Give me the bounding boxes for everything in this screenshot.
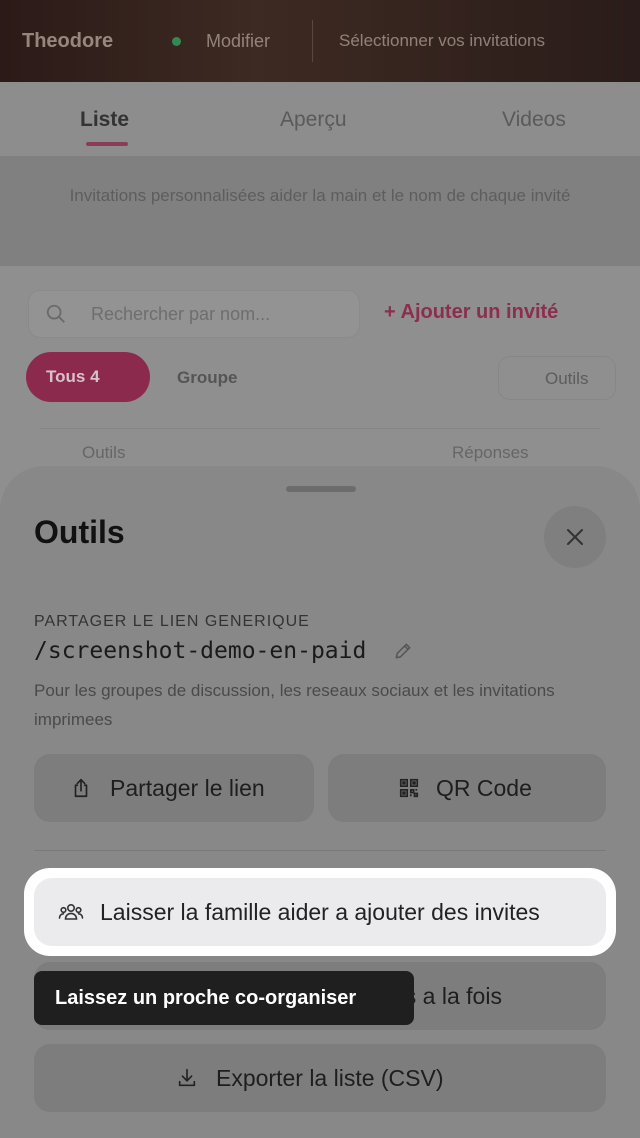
filter-group-label: Groupe — [177, 368, 238, 387]
people-icon — [58, 904, 84, 920]
user-name: Theodore — [22, 30, 114, 52]
share-link-label: Partager le lien — [110, 775, 265, 801]
filter-group-dropdown[interactable]: Groupe — [162, 358, 284, 398]
tab-videos[interactable]: Videos — [502, 108, 566, 132]
edit-link[interactable]: Modifier — [206, 31, 270, 52]
top-bar: Theodore Modifier Sélectionner vos invit… — [0, 0, 640, 82]
share-icon — [74, 778, 88, 798]
search-icon — [46, 304, 65, 323]
share-description: Pour les groupes de discussion, les rese… — [34, 681, 555, 729]
qr-code-button[interactable]: QR Code — [328, 754, 606, 822]
download-icon — [178, 1068, 196, 1087]
export-csv-button[interactable]: Exporter la liste (CSV) — [34, 1044, 606, 1112]
select-guests-label: Sélectionner vos invitations — [339, 31, 546, 50]
coach-tooltip: Laissez un proche co-organiser — [34, 971, 414, 1025]
column-header-response: Réponses — [452, 443, 529, 462]
close-button[interactable] — [544, 506, 606, 568]
section-divider — [34, 850, 606, 851]
add-guest-button[interactable]: + Ajouter un invité — [384, 301, 558, 324]
tools-label: Outils — [545, 369, 589, 388]
export-csv-label: Exporter la liste (CSV) — [216, 1065, 444, 1091]
spotlight-highlight: Laisser la famille aider a ajouter des i… — [24, 868, 616, 956]
online-status-dot — [172, 37, 181, 46]
filter-all-chip[interactable]: Tous 4 — [26, 352, 150, 402]
select-guests-button[interactable]: Sélectionner vos invitations — [312, 20, 632, 62]
search-placeholder: Rechercher par nom... — [91, 304, 271, 324]
search-input[interactable]: Rechercher par nom... — [28, 290, 360, 338]
active-tab-indicator — [86, 142, 128, 146]
filter-all-label: Tous 4 — [46, 367, 100, 386]
share-link-button[interactable]: Partager le lien — [34, 754, 314, 822]
tab-bar: Liste Aperçu Videos — [0, 82, 640, 156]
close-icon — [567, 529, 583, 545]
family-help-label: Laisser la famille aider a ajouter des i… — [100, 899, 540, 925]
qr-code-label: QR Code — [436, 775, 532, 801]
pencil-icon[interactable] — [393, 641, 413, 661]
tab-preview[interactable]: Aperçu — [280, 108, 347, 132]
notice-text: Invitations personnalisées aider la main… — [69, 186, 571, 205]
tab-list[interactable]: Liste — [80, 108, 129, 132]
tooltip-text: Laissez un proche co-organiser — [55, 987, 357, 1009]
family-help-button[interactable]: Laisser la famille aider a ajouter des i… — [34, 878, 606, 946]
sheet-title: Outils — [34, 514, 125, 550]
info-notice: Invitations personnalisées aider la main… — [0, 156, 640, 266]
sheet-drag-handle[interactable] — [286, 486, 356, 492]
generic-link-path: /screenshot-demo-en-paid — [34, 638, 367, 664]
tools-button[interactable]: Outils — [498, 356, 616, 400]
tools-bottom-sheet: Outils PARTAGER LE LIEN GENERIQUE /scree… — [0, 466, 640, 1138]
column-header-tools: Outils — [82, 443, 126, 462]
share-section-label: PARTAGER LE LIEN GENERIQUE — [34, 613, 310, 630]
qr-code-icon — [399, 778, 419, 798]
